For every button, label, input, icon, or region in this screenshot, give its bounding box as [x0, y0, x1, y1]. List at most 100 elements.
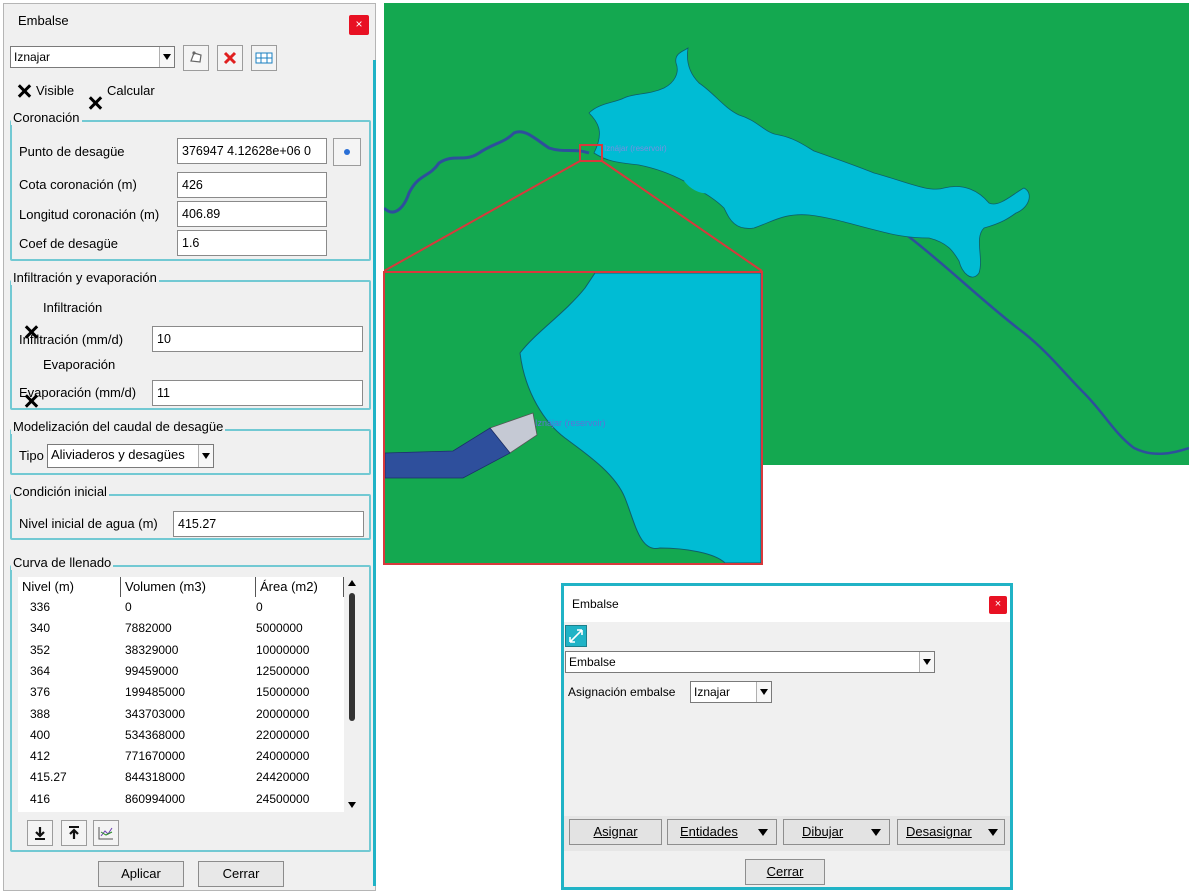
close-button[interactable]: × — [349, 15, 369, 35]
nivel-cell: 415.27 — [30, 770, 67, 785]
dibujar-button[interactable]: Dibujar — [783, 819, 890, 845]
dialog-title: Embalse — [18, 13, 69, 28]
nivel-cell: 352 — [30, 642, 51, 657]
entidades-label: Entidades — [680, 824, 738, 839]
tipo-label: Tipo — [19, 448, 44, 463]
infiltracion-title: Infiltración y evaporación — [11, 270, 159, 285]
reservoir-polygon[interactable] — [588, 47, 1030, 278]
layer-select-value: Embalse — [569, 655, 616, 669]
select-arrows-icon — [569, 629, 583, 643]
pick-point-button[interactable] — [333, 138, 361, 166]
draw-polygon-button[interactable] — [183, 45, 209, 71]
river-west — [384, 130, 590, 214]
nivel-cell: 336 — [30, 600, 51, 614]
volumen-cell: 534368000 — [125, 727, 186, 742]
desasignar-button[interactable]: Desasignar — [897, 819, 1005, 845]
area-cell: 0 — [256, 600, 263, 614]
volumen-cell: 38329000 — [125, 642, 179, 657]
modelizacion-title: Modelización del caudal de desagüe — [11, 419, 226, 434]
nivel-cell: 400 — [30, 727, 51, 742]
reservoir-select[interactable]: Iznajar — [10, 46, 175, 68]
dropdown-arrow-icon — [758, 829, 768, 836]
asignacion-label: Asignación embalse — [568, 685, 676, 699]
entidades-button[interactable]: Entidades — [667, 819, 777, 845]
assign-dialog-titlebar — [564, 586, 1010, 622]
point-icon — [344, 149, 350, 155]
reservoir-select-value: Iznajar — [14, 50, 51, 64]
chevron-down-icon[interactable] — [159, 47, 174, 67]
calcular-label: Calcular — [107, 83, 155, 98]
import-icon — [35, 827, 45, 840]
asignacion-select[interactable]: Iznajar — [690, 681, 772, 703]
river-channel — [385, 427, 511, 479]
column-header-volumen[interactable]: Volumen (m3) — [121, 577, 256, 597]
desasignar-label: Desasignar — [906, 824, 972, 839]
punto-field[interactable]: 376947 4.12628e+06 0 — [177, 138, 327, 164]
column-header-nivel[interactable]: Nivel (m) — [18, 577, 121, 597]
longitud-field[interactable]: 406.89 — [177, 201, 327, 227]
assign-close-button[interactable]: × — [989, 596, 1007, 614]
calcular-checkbox[interactable] — [89, 97, 101, 109]
map-reservoir-label: Iznájar (reservoir) — [604, 144, 667, 153]
dialog-accent-border — [373, 60, 376, 886]
nivel-cell: 388 — [30, 706, 51, 721]
chart-button[interactable] — [93, 820, 119, 846]
table-button[interactable] — [251, 45, 277, 71]
table-row[interactable]: 415.27 844318000 24420000 — [18, 768, 344, 786]
cota-field[interactable]: 426 — [177, 172, 327, 198]
evaporacion-field[interactable]: 11 — [152, 380, 363, 406]
asignar-button[interactable]: Asignar — [569, 819, 662, 845]
evaporacion-label: Evaporación (mm/d) — [19, 385, 137, 400]
infiltracion-label: Infiltración (mm/d) — [19, 332, 124, 347]
export-button[interactable] — [61, 820, 87, 846]
table-row[interactable]: 340 7882000 5000000 — [18, 619, 344, 637]
area-cell: 15000000 — [256, 685, 310, 700]
aplicar-button[interactable]: Aplicar — [98, 861, 184, 887]
chevron-down-icon[interactable] — [756, 682, 771, 702]
layer-select[interactable]: Embalse — [565, 651, 935, 673]
delete-reservoir-button[interactable] — [217, 45, 243, 71]
table-row[interactable]: 352 38329000 10000000 — [18, 641, 344, 659]
area-cell: 10000000 — [256, 642, 310, 657]
export-icon — [69, 826, 79, 839]
zoom-line-left — [384, 160, 581, 272]
table-row[interactable]: 364 99459000 12500000 — [18, 662, 344, 680]
volumen-cell: 199485000 — [125, 685, 186, 700]
volumen-cell: 844318000 — [125, 770, 186, 785]
chevron-down-icon[interactable] — [919, 652, 934, 672]
coef-field[interactable]: 1.6 — [177, 230, 327, 256]
draw-polygon-icon — [190, 51, 202, 63]
select-tool-button[interactable] — [565, 625, 587, 647]
asignar-label: Asignar — [593, 824, 638, 839]
infiltracion-field[interactable]: 10 — [152, 326, 363, 352]
volumen-cell: 860994000 — [125, 791, 186, 806]
filling-curve-table[interactable]: Nivel (m) Volumen (m3) Área (m2) 336 0 0 34… — [18, 577, 344, 812]
import-button[interactable] — [27, 820, 53, 846]
tipo-select[interactable]: Aliviaderos y desagües — [47, 444, 214, 468]
table-scrollbar[interactable] — [346, 578, 358, 811]
delete-icon — [223, 51, 237, 65]
zoom-reservoir-label: Iznájar (reservoir) — [535, 418, 606, 428]
visible-checkbox[interactable] — [18, 85, 30, 97]
nivel-inicial-label: Nivel inicial de agua (m) — [19, 516, 158, 531]
cota-label: Cota coronación (m) — [19, 177, 137, 192]
table-row[interactable]: 388 343703000 20000000 — [18, 705, 344, 723]
cerrar-button[interactable]: Cerrar — [198, 861, 284, 887]
nivel-inicial-field[interactable]: 415.27 — [173, 511, 364, 537]
table-row[interactable]: 376 199485000 15000000 — [18, 683, 344, 701]
area-cell: 24500000 — [256, 791, 310, 806]
zoom-inset[interactable]: Iznájar (reservoir) — [383, 271, 763, 565]
volumen-cell: 0 — [125, 600, 132, 614]
table-row[interactable]: 416 860994000 24500000 — [18, 790, 344, 808]
table-row[interactable]: 400 534368000 22000000 — [18, 726, 344, 744]
chevron-down-icon[interactable] — [198, 445, 213, 467]
column-header-area[interactable]: Área (m2) — [256, 577, 344, 597]
visible-label: Visible — [36, 83, 75, 98]
area-cell: 12500000 — [256, 663, 310, 678]
table-row[interactable]: 412 771670000 24000000 — [18, 747, 344, 765]
nivel-cell: 376 — [30, 685, 51, 700]
longitud-label: Longitud coronación (m) — [19, 207, 160, 222]
table-row[interactable]: 336 0 0 — [18, 598, 344, 616]
infiltracion-check-label: Infiltración — [43, 300, 103, 315]
assign-cerrar-button[interactable]: Cerrar — [745, 859, 825, 885]
